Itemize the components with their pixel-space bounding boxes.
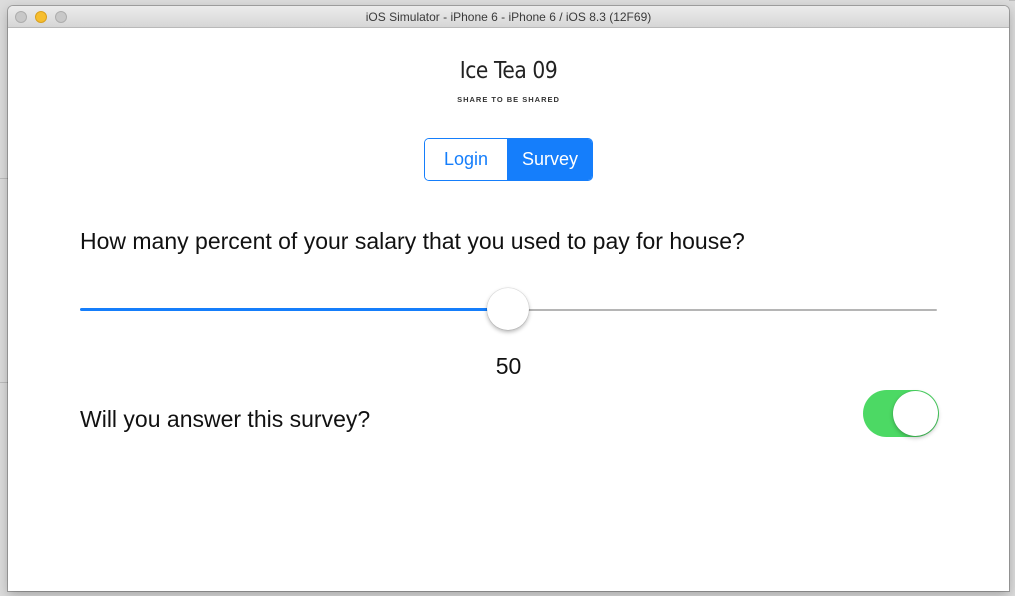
window-title: iOS Simulator - iPhone 6 - iPhone 6 / iO… bbox=[365, 10, 652, 24]
answer-survey-label: Will you answer this survey? bbox=[80, 406, 371, 432]
salary-percent-slider[interactable] bbox=[80, 288, 937, 330]
slider-filled-track bbox=[80, 308, 508, 311]
salary-question-label: How many percent of your salary that you… bbox=[80, 228, 745, 254]
slider-value-label: 50 bbox=[495, 353, 522, 379]
background-divider bbox=[0, 178, 8, 179]
answer-survey-switch[interactable] bbox=[863, 390, 939, 437]
app-name: Ice Tea 09 bbox=[459, 58, 558, 84]
slider-thumb[interactable] bbox=[487, 288, 529, 330]
segment-login[interactable]: Login bbox=[425, 139, 508, 180]
background-divider bbox=[1009, 0, 1015, 1]
slider-empty-track bbox=[508, 309, 937, 311]
switch-knob bbox=[893, 391, 938, 436]
desktop-background: iOS Simulator - iPhone 6 - iPhone 6 / iO… bbox=[0, 0, 1015, 596]
window-titlebar[interactable]: iOS Simulator - iPhone 6 - iPhone 6 / iO… bbox=[8, 6, 1009, 28]
segment-survey[interactable]: Survey bbox=[508, 139, 592, 180]
simulator-window: iOS Simulator - iPhone 6 - iPhone 6 / iO… bbox=[8, 6, 1009, 591]
background-divider bbox=[0, 382, 8, 383]
simulator-screen: Ice Tea 09 SHARE TO BE SHARED Login Surv… bbox=[8, 28, 1009, 591]
login-survey-segmented-control: Login Survey bbox=[424, 138, 593, 181]
app-tagline: SHARE TO BE SHARED bbox=[457, 95, 560, 104]
